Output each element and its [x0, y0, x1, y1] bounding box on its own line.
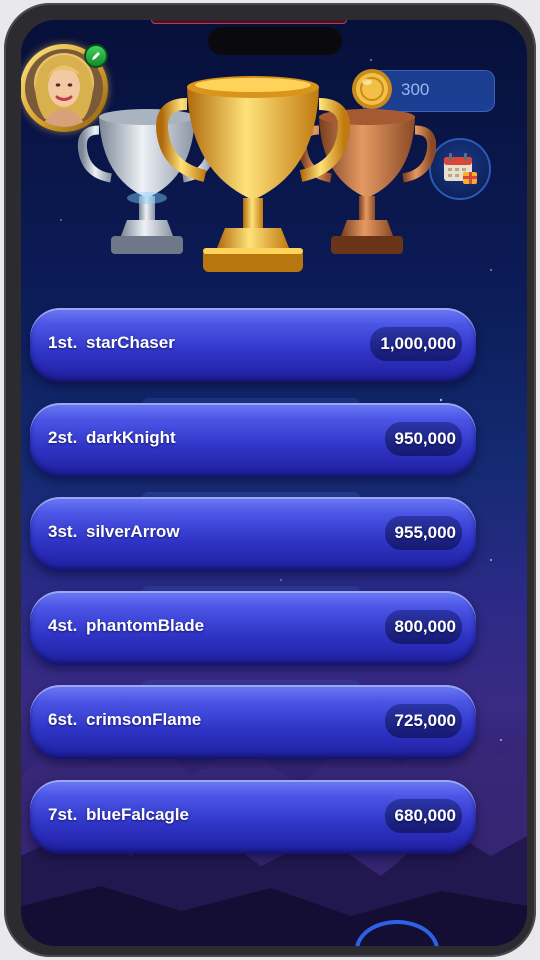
- rank-label: 2st.: [48, 428, 78, 447]
- player-name: darkKnight: [86, 428, 176, 447]
- calendar-gift-icon[interactable]: [429, 138, 491, 200]
- leaderboard-row[interactable]: 7st. blueFalcagle 680,000: [30, 780, 476, 854]
- leaderboard-row[interactable]: 4st. phantomBlade 800,000: [30, 591, 476, 665]
- rank-label: 1st.: [48, 333, 78, 352]
- player-name: silverArrow: [86, 522, 180, 541]
- score-value: 725,000: [384, 704, 462, 738]
- pencil-icon[interactable]: [84, 44, 108, 68]
- gold-trophy: [156, 76, 350, 272]
- leaderboard-row[interactable]: 6st. crimsonFlame 725,000: [30, 685, 476, 759]
- player-name: phantomBlade: [86, 616, 205, 635]
- top-banner-edge: [151, 20, 347, 24]
- leaderboard-row[interactable]: 3st. silverArrow 955,000: [30, 497, 476, 571]
- player-name: blueFalcagle: [86, 805, 189, 824]
- score-value: 955,000: [384, 516, 462, 550]
- rank-label: 7st.: [48, 805, 78, 824]
- rank-label: 6st.: [48, 710, 78, 729]
- rank-label: 4st.: [48, 616, 78, 635]
- score-value: 800,000: [384, 610, 462, 644]
- camera-notch: [208, 27, 342, 55]
- score-value: 1,000,000: [370, 327, 462, 361]
- player-name: starChaser: [86, 333, 175, 352]
- device-frame: 300 1st. starChaser 1,000,000 2st. darkK…: [4, 3, 536, 957]
- player-name: crimsonFlame: [86, 710, 202, 729]
- leaderboard-row[interactable]: 1st. starChaser 1,000,000: [30, 308, 476, 382]
- score-value: 950,000: [384, 422, 462, 456]
- game-screen: 300 1st. starChaser 1,000,000 2st. darkK…: [21, 20, 527, 946]
- rank-label: 3st.: [48, 522, 78, 541]
- score-value: 680,000: [384, 799, 462, 833]
- leaderboard-row[interactable]: 2st. darkKnight 950,000: [30, 403, 476, 477]
